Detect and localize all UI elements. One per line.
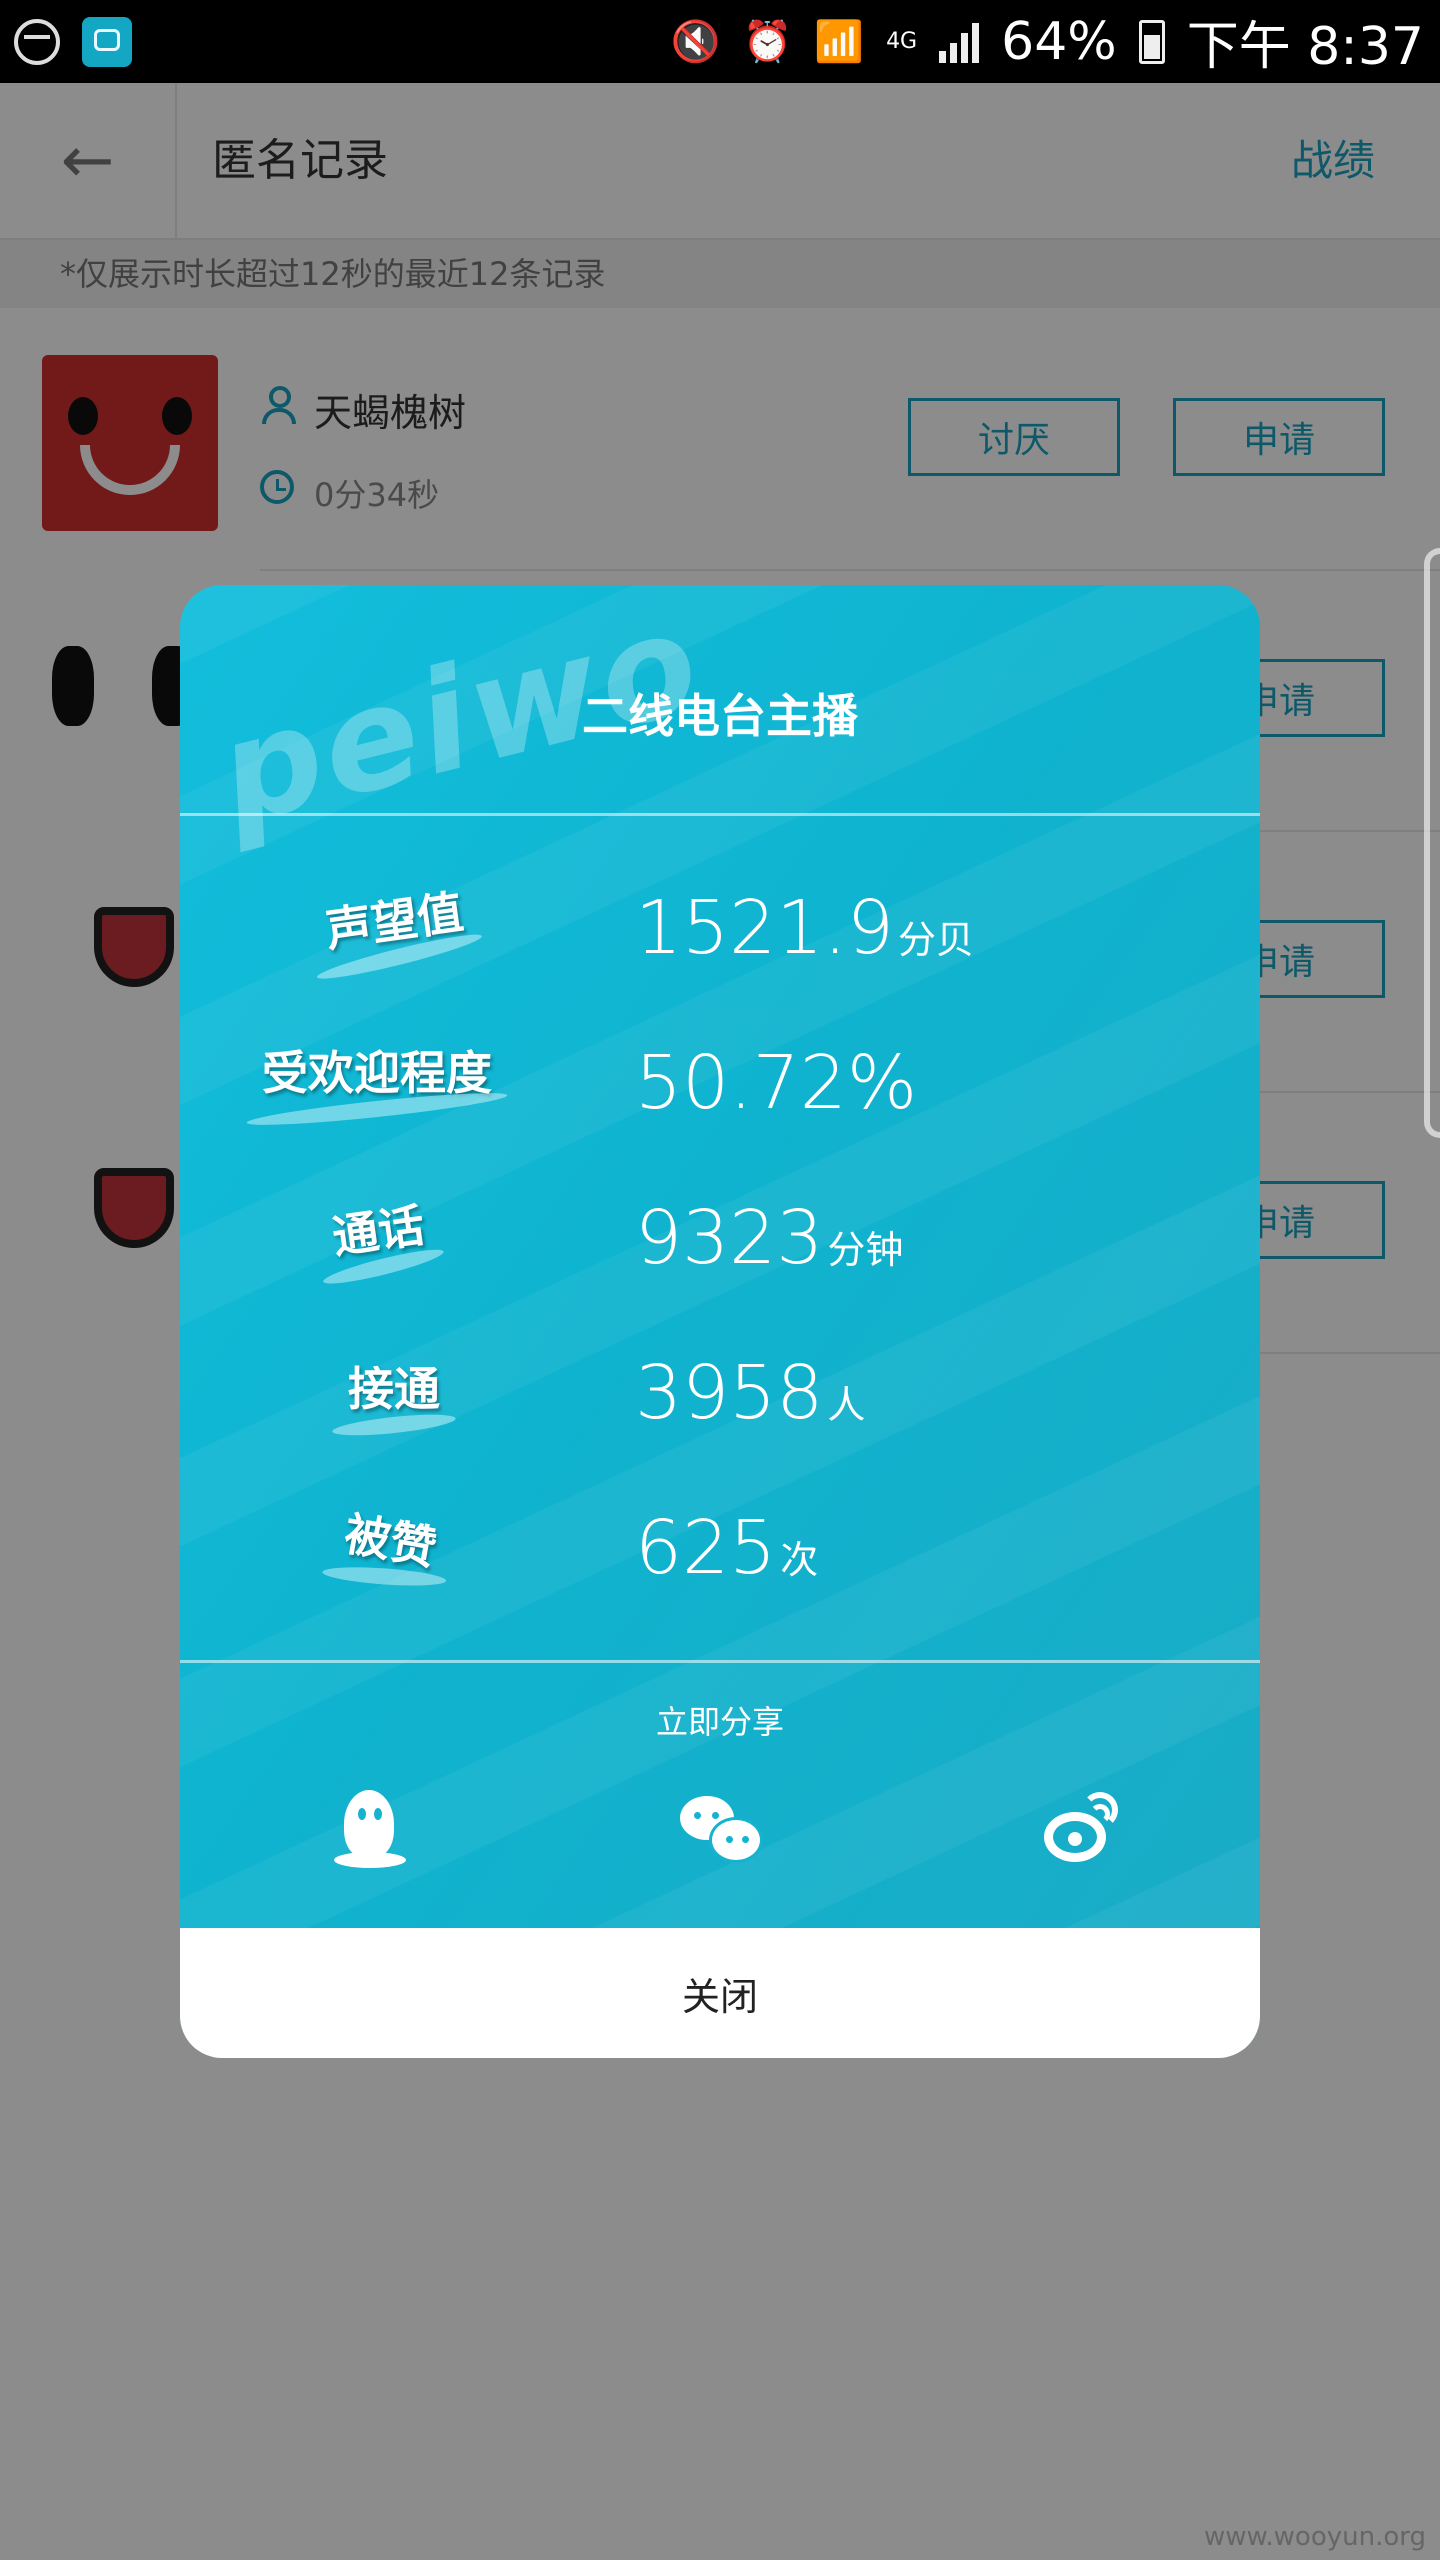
mute-icon: 🔇	[670, 19, 721, 65]
glasses-icon	[14, 18, 60, 65]
wechat-icon[interactable]	[680, 1790, 760, 1870]
stat-value-popularity: 50.72%	[635, 1040, 918, 1126]
weibo-icon[interactable]	[1040, 1790, 1120, 1870]
wifi-icon: 📶	[814, 19, 865, 65]
stat-value-reputation: 1521.9 分贝	[635, 885, 974, 971]
app-notification-icon	[82, 16, 132, 67]
battery-percent: 64%	[1001, 11, 1117, 72]
stat-label-popularity: 受欢迎程度	[245, 1037, 509, 1131]
close-button[interactable]: 关闭	[180, 1928, 1260, 2058]
stat-label-connected: 接通	[331, 1353, 457, 1440]
edge-panel-handle[interactable]	[1424, 548, 1440, 1138]
network-type: 4G	[886, 29, 918, 54]
alarm-icon: ⏰	[742, 19, 793, 65]
clock: 下午 8:37	[1186, 17, 1424, 77]
battery-icon	[1138, 19, 1165, 64]
stat-value-likes: 625 次	[635, 1505, 819, 1591]
divider	[180, 1660, 1260, 1663]
stat-label-calls: 通话	[321, 1189, 446, 1290]
stat-value-calls: 9323 分钟	[635, 1195, 904, 1281]
qq-icon[interactable]	[330, 1790, 410, 1870]
dialog-title: 二线电台主播	[582, 689, 858, 743]
divider	[180, 813, 1260, 816]
share-label: 立即分享	[655, 1703, 784, 1741]
stat-value-connected: 3958 人	[635, 1350, 866, 1436]
status-bar: 🔇 ⏰ 📶 4G 64% 下午 8:37	[0, 0, 1440, 83]
footer-watermark: www.wooyun.org	[1203, 2522, 1426, 2552]
stats-dialog: peiwo 二线电台主播 声望值 1521.9 分贝 受欢迎程度 50.72% 通…	[180, 585, 1260, 2058]
signal-icon	[939, 21, 980, 63]
